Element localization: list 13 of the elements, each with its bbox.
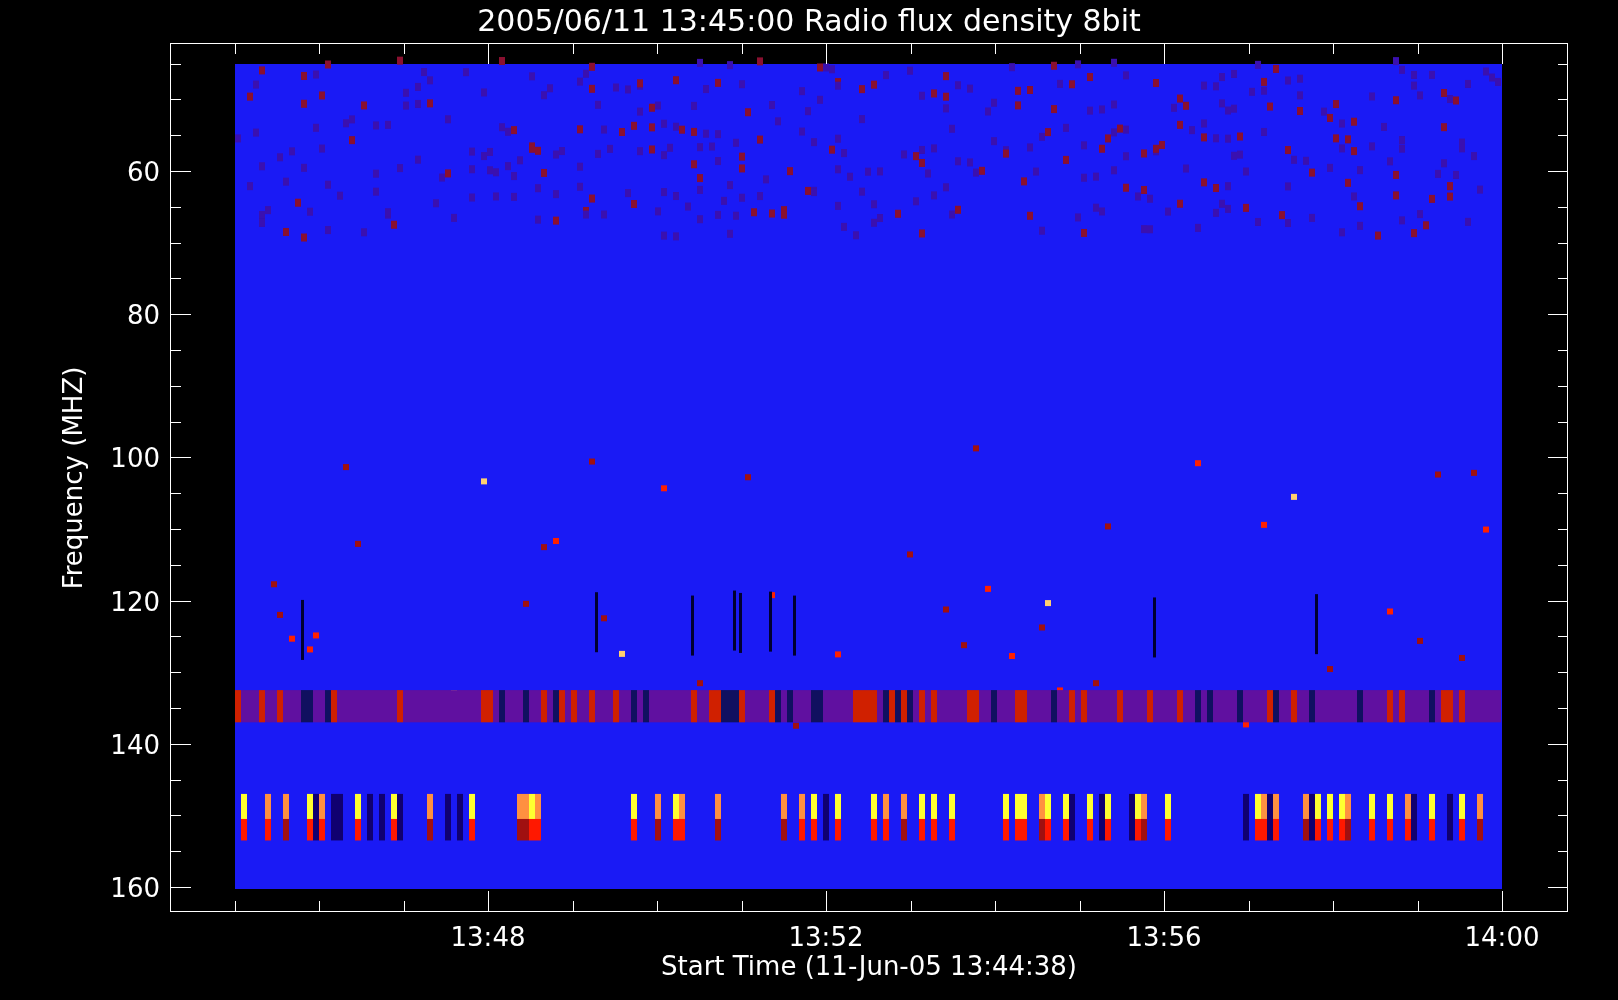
tick-label: 120 [110, 586, 160, 617]
plot-title: 2005/06/11 13:45:00 Radio flux density 8bit [477, 3, 1141, 38]
axis-label: Frequency (MHZ) [58, 366, 88, 590]
tick-label: 160 [110, 873, 160, 903]
tick-label: 13:56 [1126, 922, 1202, 952]
tick-label: 80 [126, 300, 160, 331]
tick-label: 100 [110, 443, 160, 474]
tick-label: 13:48 [450, 922, 526, 952]
tick-label: 14:00 [1464, 922, 1540, 952]
axis-label: Start Time (11-Jun-05 13:44:38) [661, 951, 1077, 981]
tick-label: 13:52 [788, 922, 864, 952]
tick-label: 140 [110, 729, 160, 760]
tick-label: 60 [126, 157, 160, 187]
